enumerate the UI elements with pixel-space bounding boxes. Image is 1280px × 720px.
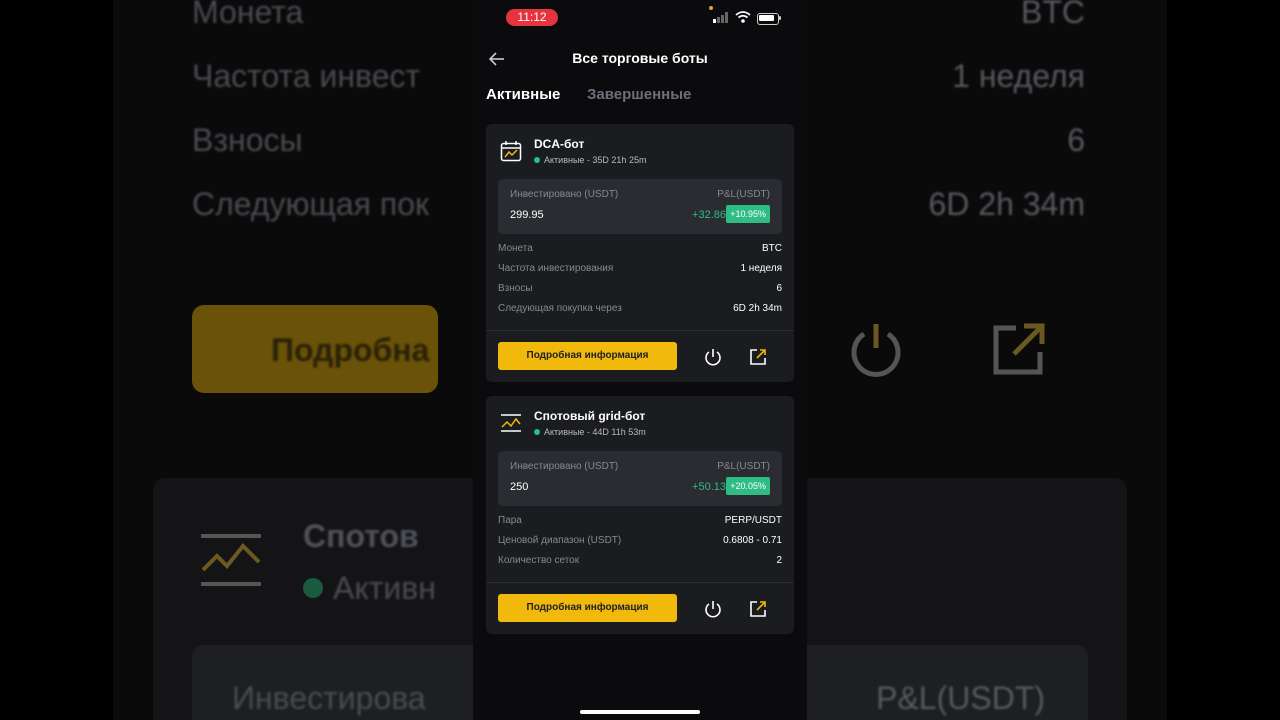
battery-icon — [757, 13, 779, 25]
row-value: 6 — [776, 283, 782, 294]
invested-label: Инвестировано (USDT) — [510, 189, 619, 200]
bot-status: Активные - 44D 11h 53m — [534, 427, 646, 437]
status-bar: 11:12 — [473, 0, 807, 36]
row-value: 2 — [776, 555, 782, 566]
status-dot — [534, 156, 540, 163]
bg-label: Взносы — [192, 122, 303, 158]
row-key: Количество сеток — [498, 555, 580, 566]
pnl-label: P&L(USDT) — [717, 461, 770, 472]
wifi-icon — [735, 11, 751, 23]
bot-card-grid[interactable]: Спотовый grid-бот Активные - 44D 11h 53m… — [486, 396, 794, 634]
pnl-value: +32.86 — [692, 209, 726, 221]
grid-bot-icon — [501, 414, 521, 432]
power-icon[interactable] — [703, 347, 723, 367]
external-link-icon[interactable] — [748, 347, 768, 367]
pnl-label: P&L(USDT) — [717, 189, 770, 200]
invest-summary: Инвестировано (USDT) P&L(USDT) 299.95 +3… — [498, 179, 782, 234]
info-row: Монета BTC — [498, 243, 782, 259]
bot-name: Спотовый grid-бот — [534, 409, 646, 423]
status-dot — [534, 428, 540, 435]
bg-label: Подробна — [271, 332, 430, 368]
bg-power-icon — [851, 324, 901, 377]
bg-left-column: Монета Частота инвест Взносы Следующая п… — [113, 0, 438, 720]
row-value: PERP/USDT — [724, 515, 782, 526]
cellular-signal-icon — [713, 12, 728, 23]
page-title: Все торговые боты — [572, 50, 708, 66]
row-key: Монета — [498, 243, 533, 254]
invested-value: 250 — [510, 481, 529, 493]
pnl-percent-badge: +10.95% — [726, 205, 770, 223]
bg-value: 6D 2h 34m — [928, 186, 1085, 222]
details-button[interactable]: Подробная информация — [498, 594, 677, 622]
row-value: 6D 2h 34m — [733, 303, 782, 314]
row-key: Взносы — [498, 283, 533, 294]
pnl-percent-badge: +20.05% — [726, 477, 770, 495]
bot-status: Активные - 35D 21h 25m — [534, 155, 646, 165]
bg-label: Монета — [192, 0, 304, 30]
pnl-value: +50.13 — [692, 481, 726, 493]
details-button[interactable]: Подробная информация — [498, 342, 677, 370]
divider — [486, 582, 794, 583]
row-value: 1 неделя — [740, 263, 782, 274]
bg-green-dot — [303, 578, 323, 598]
tab-active[interactable]: Активные — [486, 86, 560, 103]
invested-label: Инвестировано (USDT) — [510, 461, 619, 472]
page-header: Все торговые боты — [473, 44, 807, 74]
bot-status-text: Активные - 35D 21h 25m — [544, 155, 647, 165]
info-row: Частота инвестирования 1 неделя — [498, 263, 782, 279]
phone-screen: 11:12 Все торговые боты Активные Заверше… — [473, 0, 807, 720]
bg-value: BTC — [1021, 0, 1085, 30]
privacy-dot — [709, 6, 713, 10]
bg-label: Частота инвест — [192, 58, 421, 94]
info-row: Ценовой диапазон (USDT) 0.6808 - 0.71 — [498, 535, 782, 551]
calendar-chart-icon — [500, 141, 522, 162]
power-icon[interactable] — [703, 599, 723, 619]
battery-tip — [779, 16, 781, 20]
tab-completed[interactable]: Завершенные — [587, 86, 691, 103]
row-key: Следующая покупка через — [498, 303, 622, 314]
row-key: Пара — [498, 515, 522, 526]
row-value: BTC — [762, 243, 782, 254]
bg-value: 6 — [1067, 122, 1085, 158]
bg-right-column: BTC 1 неделя 6 6D 2h 34m P&L(USDT) — [842, 0, 1167, 720]
bg-value: P&L(USDT) — [876, 680, 1045, 716]
status-time: 11:12 — [506, 9, 558, 26]
bg-external-link-icon — [993, 323, 1045, 375]
bot-card-dca[interactable]: DCA-бот Активные - 35D 21h 25m Инвестиро… — [486, 124, 794, 382]
bot-name: DCA-бот — [534, 137, 585, 151]
row-key: Частота инвестирования — [498, 263, 614, 274]
bg-value: 1 неделя — [952, 58, 1085, 94]
bg-label: Следующая пок — [192, 186, 430, 222]
info-row: Взносы 6 — [498, 283, 782, 299]
info-row: Пара PERP/USDT — [498, 515, 782, 531]
bg-label: Инвестирова — [232, 680, 426, 716]
external-link-icon[interactable] — [748, 599, 768, 619]
home-indicator[interactable] — [580, 710, 700, 714]
bg-label: Активн — [333, 570, 436, 606]
info-row: Количество сеток 2 — [498, 555, 782, 571]
bg-grid-bot-icon — [201, 534, 261, 586]
invested-value: 299.95 — [510, 209, 544, 221]
bg-label: Спотов — [303, 518, 419, 554]
row-key: Ценовой диапазон (USDT) — [498, 535, 622, 546]
info-row: Следующая покупка через 6D 2h 34m — [498, 303, 782, 319]
bot-status-text: Активные - 44D 11h 53m — [544, 427, 646, 437]
row-value: 0.6808 - 0.71 — [723, 535, 782, 546]
invest-summary: Инвестировано (USDT) P&L(USDT) 250 +50.1… — [498, 451, 782, 506]
divider — [486, 330, 794, 331]
